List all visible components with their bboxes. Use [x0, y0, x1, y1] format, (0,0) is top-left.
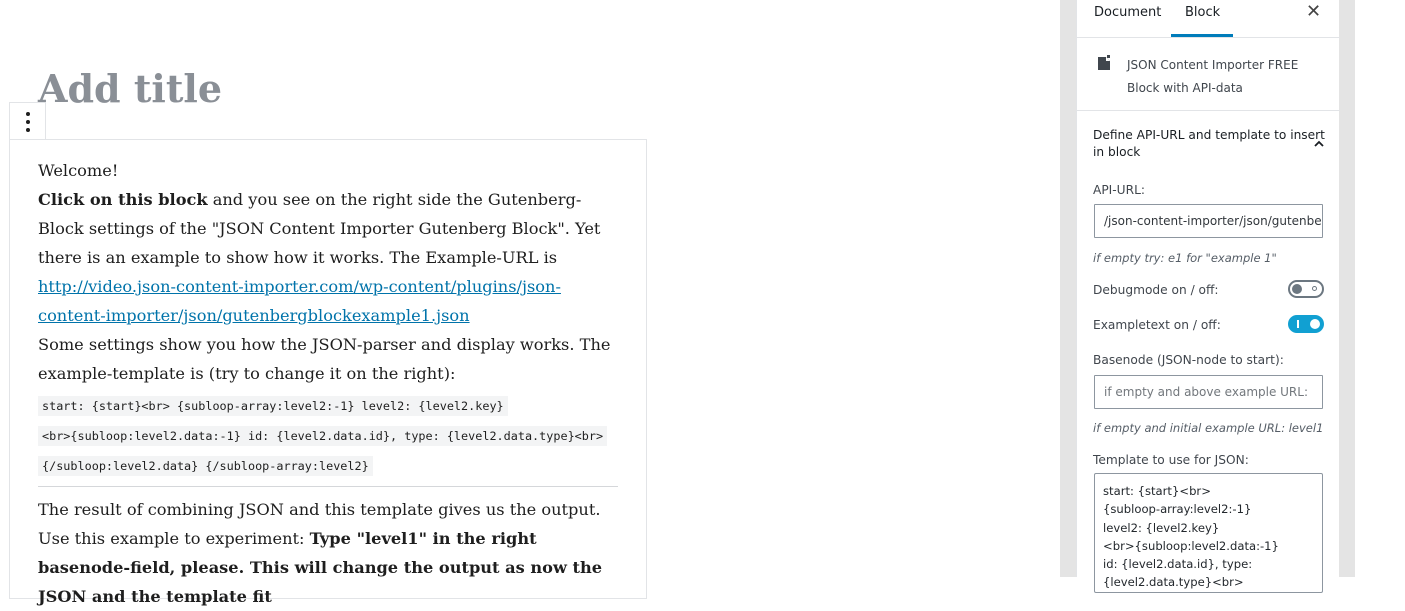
exampletext-toggle[interactable]: [1288, 315, 1324, 333]
debugmode-label: Debugmode on / off:: [1093, 283, 1219, 297]
exampletext-label: Exampletext on / off:: [1093, 318, 1221, 332]
intro-paragraph: Click on this block and you see on the r…: [38, 185, 620, 272]
template-textarea[interactable]: start: {start}<br> {subloop-array:level2…: [1094, 473, 1323, 593]
example-template-code: start: {start}<br> {subloop-array:level2…: [38, 390, 620, 480]
code-line: {/subloop:level2.data} {/subloop-array:l…: [38, 456, 373, 476]
block-toolbar[interactable]: [9, 102, 46, 140]
api-url-input[interactable]: /json-content-importer/json/gutenbergblo…: [1094, 204, 1323, 238]
block-content: Welcome! Click on this block and you see…: [38, 156, 620, 611]
welcome-text: Welcome!: [38, 161, 119, 180]
separator: [38, 486, 618, 487]
sidebar-gutter-left: [1060, 0, 1076, 577]
document-icon: [1098, 55, 1110, 70]
block-card-title: JSON Content Importer FREE Block with AP…: [1127, 58, 1299, 95]
more-vertical-icon[interactable]: [26, 112, 30, 132]
tab-block[interactable]: Block: [1185, 5, 1220, 20]
active-tab-indicator: [1171, 34, 1233, 37]
basenode-input[interactable]: [1094, 375, 1323, 409]
sidebar-scrollbar-track[interactable]: [1339, 0, 1355, 577]
api-url-label: API-URL:: [1093, 183, 1145, 197]
example-url-paragraph: http://video.json-content-importer.com/w…: [38, 272, 620, 330]
code-line: start: {start}<br> {subloop-array:level2…: [38, 396, 508, 416]
tab-document[interactable]: Document: [1094, 5, 1161, 20]
editor-canvas: Add title Welcome! Click on this block a…: [0, 0, 1060, 606]
intro-bold: Click on this block: [38, 190, 208, 209]
json-content-importer-block[interactable]: Welcome! Click on this block and you see…: [9, 139, 647, 606]
template-label: Template to use for JSON:: [1093, 453, 1249, 467]
panel-toggle-title[interactable]: Define API-URL and template to insert in…: [1093, 127, 1325, 161]
settings-sidebar: Document Block ✕ JSON Content Importer F…: [1076, 0, 1340, 593]
settings-paragraph: Some settings show you how the JSON-pars…: [38, 335, 611, 383]
result-paragraph: The result of combining JSON and this te…: [38, 495, 620, 611]
basenode-label: Basenode (JSON-node to start):: [1093, 353, 1284, 367]
example-url-link[interactable]: http://video.json-content-importer.com/w…: [38, 277, 561, 325]
post-title-placeholder[interactable]: Add title: [38, 66, 222, 111]
api-url-hint: if empty try: e1 for "example 1": [1093, 251, 1277, 265]
close-icon[interactable]: ✕: [1306, 1, 1321, 22]
basenode-hint: if empty and initial example URL: level1: [1093, 421, 1324, 435]
block-card: JSON Content Importer FREE Block with AP…: [1077, 38, 1340, 111]
code-line: <br>{subloop:level2.data:-1} id: {level2…: [38, 426, 608, 446]
sidebar-tabs: Document Block ✕: [1077, 0, 1340, 38]
debugmode-toggle[interactable]: [1288, 280, 1324, 298]
chevron-up-icon[interactable]: [1313, 138, 1325, 150]
